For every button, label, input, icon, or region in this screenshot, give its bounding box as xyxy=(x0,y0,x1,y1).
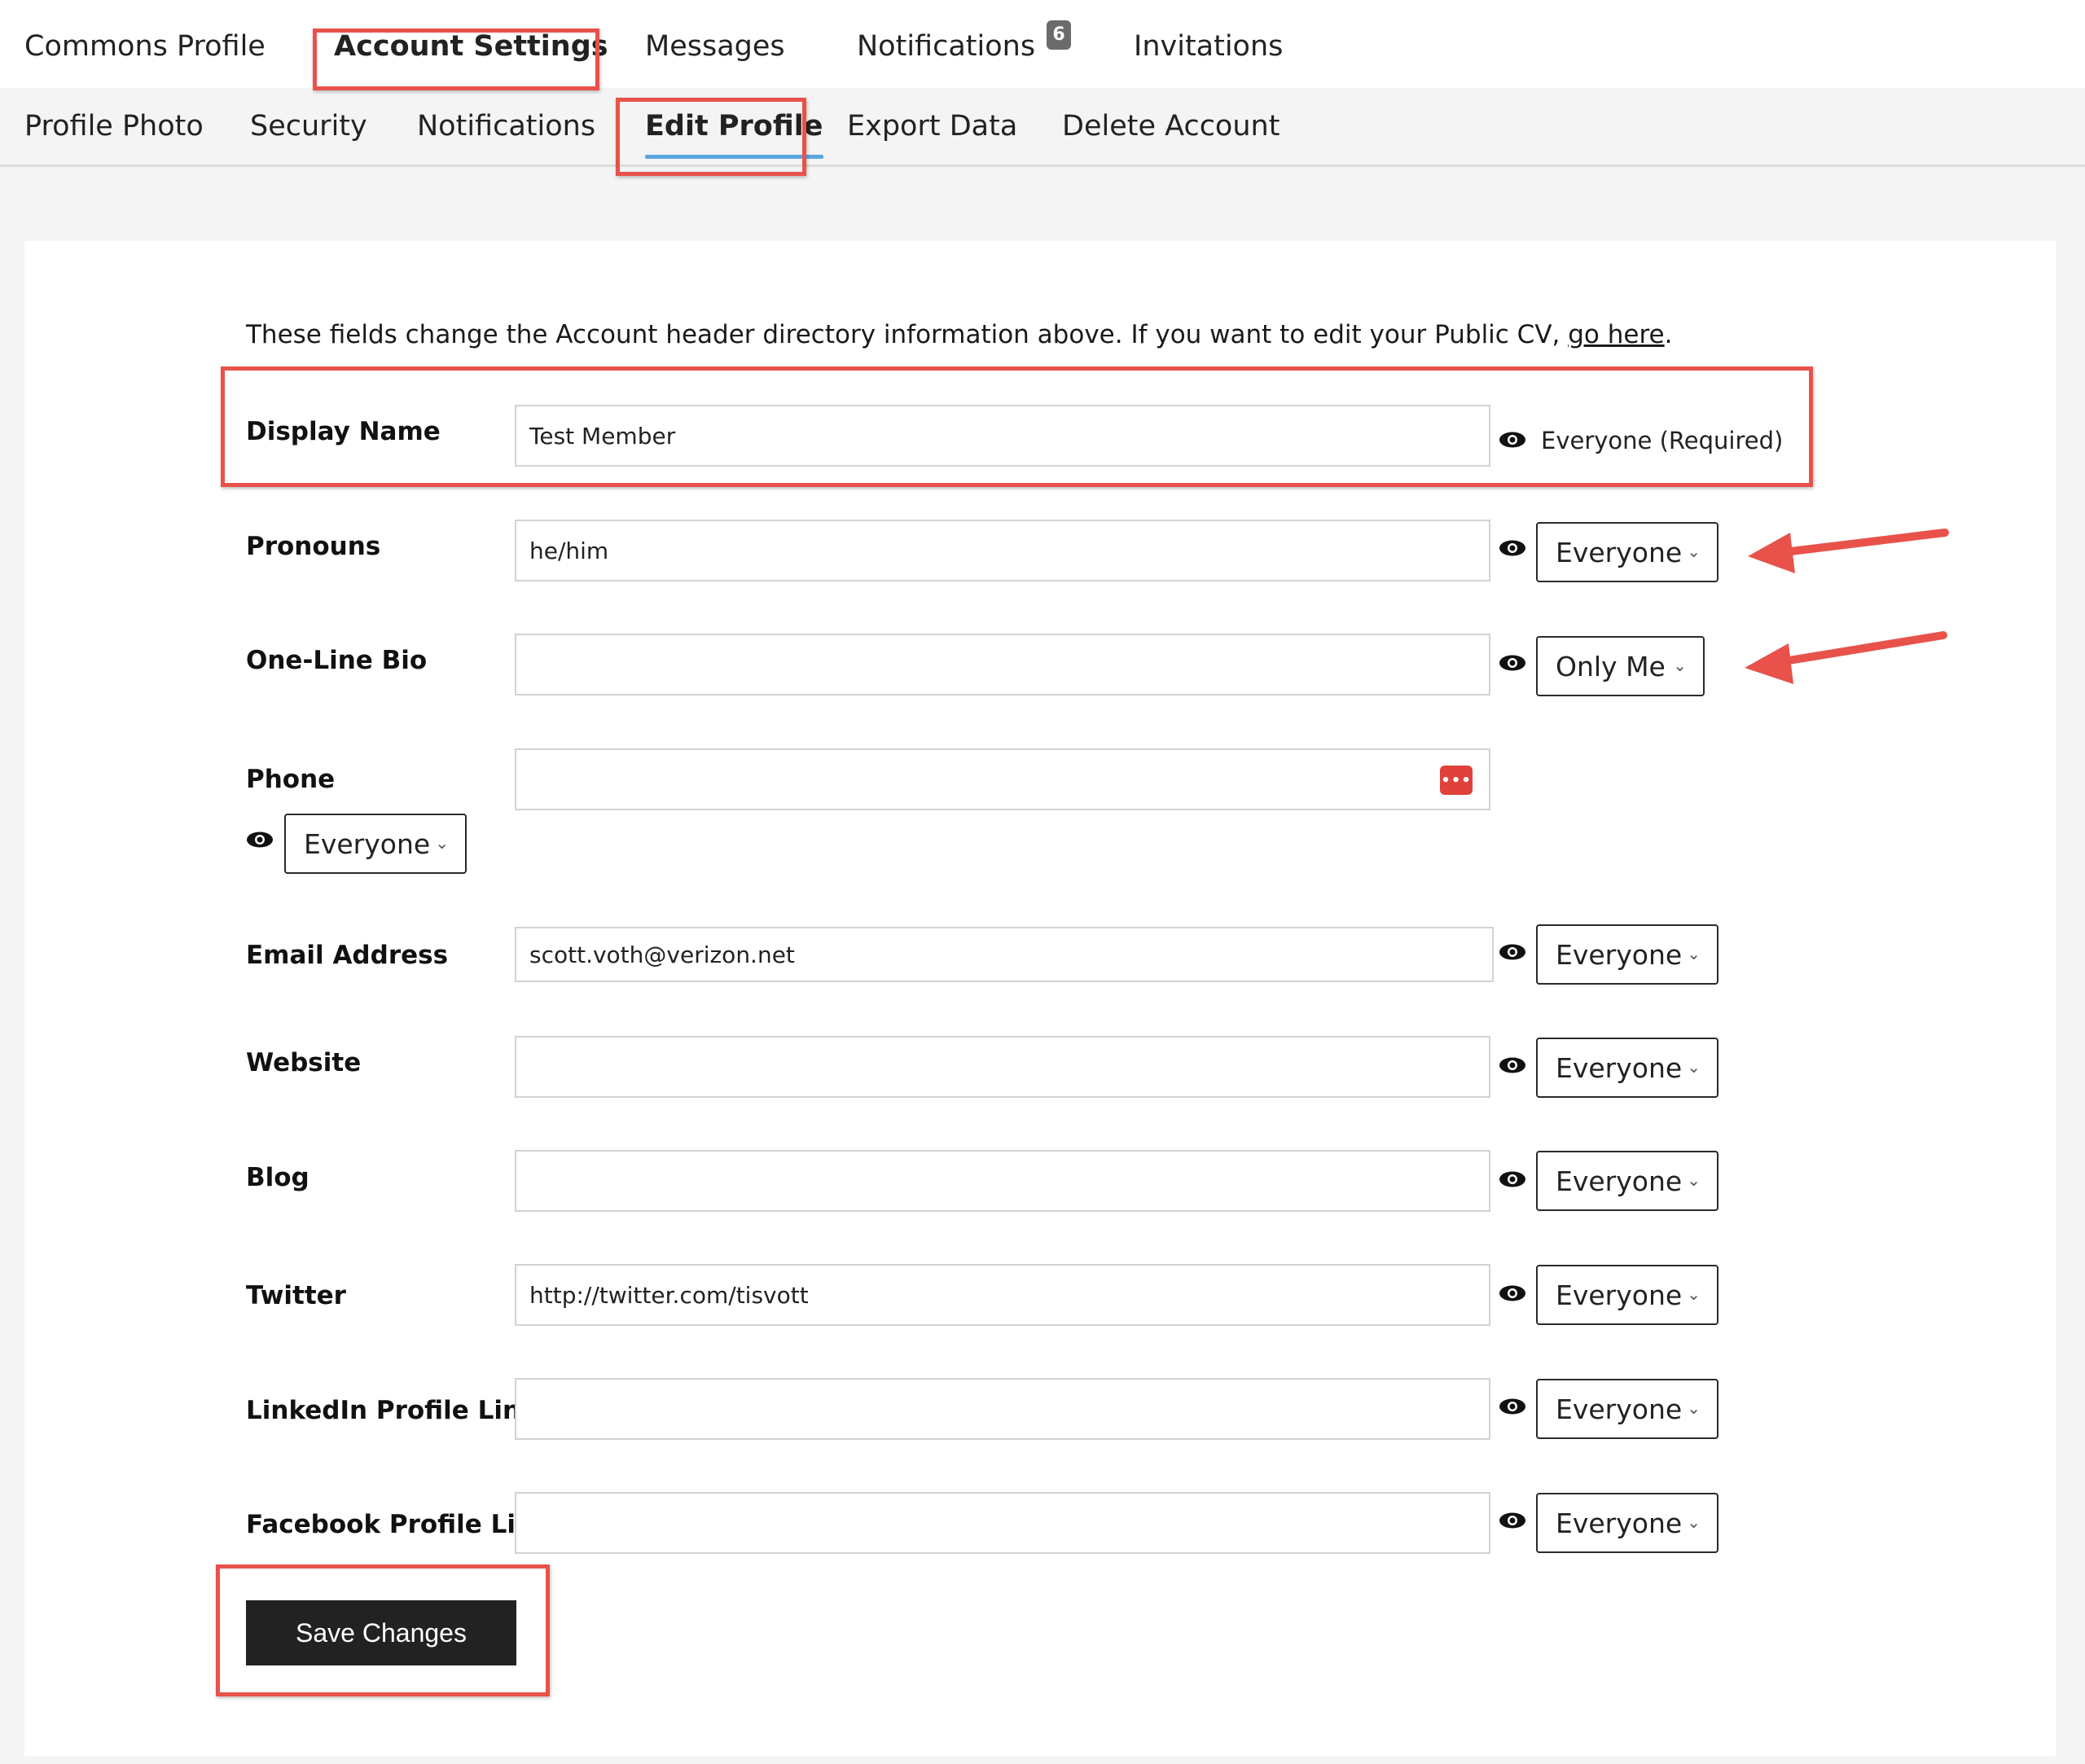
chevron-down-icon: ⌄ xyxy=(1673,656,1687,675)
annotation-box-edit-profile xyxy=(616,98,806,176)
nav-notifications[interactable]: Notifications 6 xyxy=(857,20,1072,63)
notifications-count-badge: 6 xyxy=(1047,20,1072,50)
annotation-arrow-one-line-bio xyxy=(1745,631,1947,684)
nav-messages[interactable]: Messages xyxy=(645,33,785,61)
eye-icon xyxy=(247,832,273,848)
linkedin-visibility-select[interactable]: Everyone ⌄ xyxy=(1536,1379,1718,1439)
website-input[interactable] xyxy=(515,1036,1490,1098)
tab-delete-account[interactable]: Delete Account xyxy=(1062,112,1280,141)
blog-visibility-select[interactable]: Everyone ⌄ xyxy=(1536,1151,1718,1211)
pronouns-label: Pronouns xyxy=(246,532,381,561)
eye-icon xyxy=(1499,1285,1525,1301)
pronouns-visibility-select[interactable]: Everyone ⌄ xyxy=(1536,522,1718,582)
eye-icon xyxy=(1499,1171,1525,1187)
linkedin-visibility-value: Everyone xyxy=(1556,1393,1683,1425)
nav-notifications-label: Notifications xyxy=(857,30,1036,63)
sub-nav: Profile Photo Security Notifications Edi… xyxy=(0,88,2085,167)
phone-visibility-select[interactable]: Everyone ⌄ xyxy=(284,814,467,874)
public-cv-link[interactable]: go here xyxy=(1568,320,1664,349)
tab-export-data[interactable]: Export Data xyxy=(847,112,1017,141)
tab-profile-photo[interactable]: Profile Photo xyxy=(24,112,204,141)
annotation-arrow-pronouns xyxy=(1748,529,1949,573)
chevron-down-icon: ⌄ xyxy=(1687,1284,1701,1304)
one-line-bio-label: One-Line Bio xyxy=(246,646,428,675)
website-label: Website xyxy=(246,1048,362,1077)
one-line-bio-input[interactable] xyxy=(515,634,1490,696)
eye-icon xyxy=(1499,540,1525,556)
password-manager-icon[interactable]: ••• xyxy=(1440,766,1473,795)
intro-text-end: . xyxy=(1664,320,1673,349)
annotation-box-display-name xyxy=(221,366,1813,487)
chevron-down-icon: ⌄ xyxy=(435,833,449,853)
twitter-visibility-value: Everyone xyxy=(1556,1279,1683,1311)
chevron-down-icon: ⌄ xyxy=(1687,944,1701,963)
email-visibility-value: Everyone xyxy=(1556,938,1683,971)
one-line-bio-visibility-select[interactable]: Only Me ⌄ xyxy=(1536,636,1705,696)
phone-label: Phone xyxy=(246,765,336,794)
phone-input[interactable] xyxy=(515,748,1490,810)
tab-notifications[interactable]: Notifications xyxy=(417,112,595,141)
blog-input[interactable] xyxy=(515,1150,1490,1212)
phone-visibility-value: Everyone xyxy=(304,827,431,860)
eye-icon xyxy=(1499,1398,1525,1415)
intro-text: These fields change the Account header d… xyxy=(246,320,1672,349)
annotation-box-save-changes xyxy=(216,1564,550,1696)
chevron-down-icon: ⌄ xyxy=(1687,1512,1701,1532)
blog-visibility-value: Everyone xyxy=(1556,1165,1683,1197)
twitter-label: Twitter xyxy=(246,1281,346,1310)
pronouns-input[interactable]: he/him xyxy=(515,520,1490,581)
twitter-visibility-select[interactable]: Everyone ⌄ xyxy=(1536,1265,1718,1325)
blog-label: Blog xyxy=(246,1163,309,1192)
eye-icon xyxy=(1499,655,1525,671)
twitter-input[interactable]: http://twitter.com/tisvott xyxy=(515,1264,1490,1326)
facebook-input[interactable] xyxy=(515,1492,1490,1554)
pronouns-visibility-value: Everyone xyxy=(1556,536,1683,568)
linkedin-input[interactable] xyxy=(515,1378,1490,1440)
nav-invitations[interactable]: Invitations xyxy=(1134,33,1283,61)
facebook-label: Facebook Profile Link xyxy=(246,1510,551,1539)
chevron-down-icon: ⌄ xyxy=(1687,542,1701,561)
eye-icon xyxy=(1499,1512,1525,1529)
chevron-down-icon: ⌄ xyxy=(1687,1398,1701,1418)
email-address-input[interactable]: scott.voth@verizon.net xyxy=(515,927,1494,982)
facebook-visibility-select[interactable]: Everyone ⌄ xyxy=(1536,1493,1718,1553)
chevron-down-icon: ⌄ xyxy=(1687,1170,1701,1190)
linkedin-label: LinkedIn Profile Link xyxy=(246,1396,538,1425)
website-visibility-value: Everyone xyxy=(1556,1051,1683,1084)
tab-security[interactable]: Security xyxy=(250,112,367,141)
one-line-bio-visibility-value: Only Me xyxy=(1556,650,1666,682)
nav-commons-profile[interactable]: Commons Profile xyxy=(24,33,266,61)
facebook-visibility-value: Everyone xyxy=(1556,1507,1683,1539)
website-visibility-select[interactable]: Everyone ⌄ xyxy=(1536,1038,1718,1098)
email-address-label: Email Address xyxy=(246,941,449,970)
intro-text-body: These fields change the Account header d… xyxy=(246,320,1569,349)
annotation-arrows xyxy=(1745,529,1949,684)
annotation-box-account-settings xyxy=(313,29,599,90)
eye-icon xyxy=(1499,944,1525,960)
chevron-down-icon: ⌄ xyxy=(1687,1057,1701,1077)
email-visibility-select[interactable]: Everyone ⌄ xyxy=(1536,924,1718,985)
eye-icon xyxy=(1499,1057,1525,1073)
